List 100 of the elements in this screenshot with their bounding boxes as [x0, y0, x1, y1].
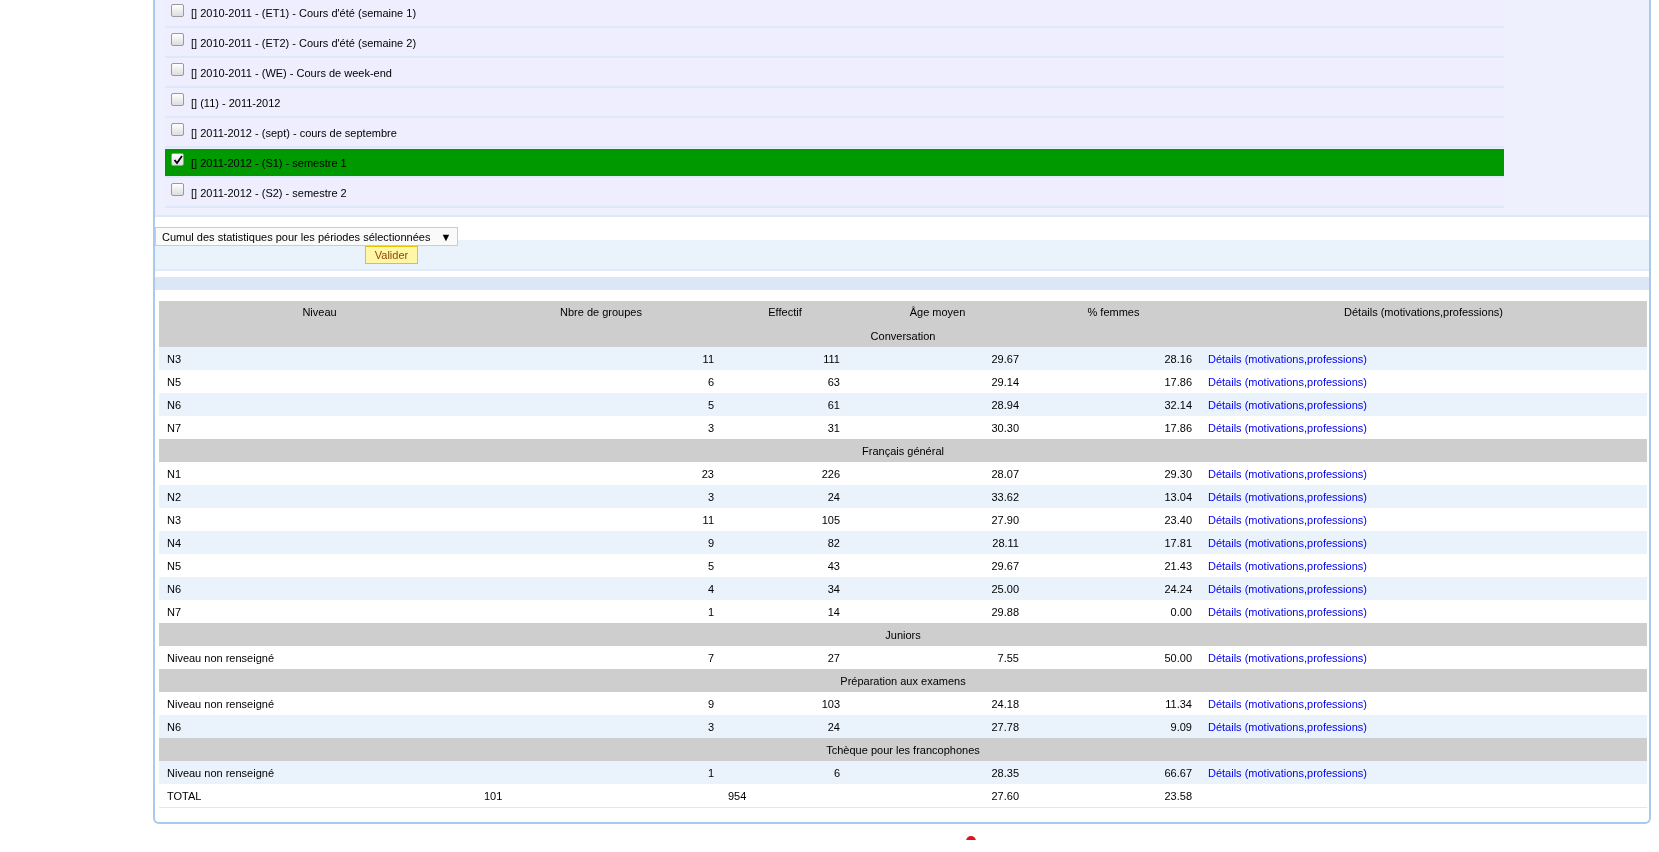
table-cell: N5 — [159, 554, 480, 577]
column-header: Niveau — [159, 301, 480, 324]
table-cell: N1 — [159, 462, 480, 485]
table-cell: 23 — [480, 462, 722, 485]
table-cell: N7 — [159, 416, 480, 439]
table-cell: 103 — [722, 692, 848, 715]
table-cell: Niveau non renseigné — [159, 692, 480, 715]
table-cell: 32.14 — [1027, 393, 1200, 416]
table-cell: 11.34 — [1027, 692, 1200, 715]
checkbox[interactable] — [171, 33, 184, 46]
table-cell: 28.16 — [1027, 347, 1200, 370]
table-cell: 14 — [722, 600, 848, 623]
table-cell: 27 — [722, 646, 848, 669]
table-cell: N3 — [159, 508, 480, 531]
checkbox[interactable] — [171, 63, 184, 76]
table-cell: N6 — [159, 577, 480, 600]
table-cell: 82 — [722, 531, 848, 554]
table-cell: 101 — [480, 784, 722, 808]
table-cell: 31 — [722, 416, 848, 439]
period-label: [] 2010-2011 - (ET1) - Cours d'été (semaine 1) — [191, 7, 417, 19]
checkbox[interactable] — [171, 3, 184, 17]
checkbox[interactable] — [171, 123, 184, 136]
table-cell: 111 — [722, 347, 848, 370]
table-cell: 9 — [480, 531, 722, 554]
details-link[interactable]: Détails (motivations,professions) — [1208, 651, 1367, 664]
statistics-dropdown[interactable]: Cumul des statistiques pour les périodes sélectionnées ▼ — [155, 227, 459, 246]
table-cell: 21.43 — [1027, 554, 1200, 577]
table-cell: 30.30 — [848, 416, 1027, 439]
column-header: % femmes — [1027, 301, 1200, 324]
table-cell: Niveau non renseigné — [159, 646, 480, 669]
table-cell: N7 — [159, 600, 480, 623]
period-label: [] 2011-2012 - (sept) - cours de septembre — [191, 126, 397, 139]
table-cell: 7.55 — [848, 646, 1027, 669]
details-link[interactable]: Détails (motivations,professions) — [1208, 375, 1367, 388]
table-cell: 27.60 — [848, 784, 1027, 808]
details-link[interactable]: Détails (motivations,professions) — [1208, 421, 1367, 434]
group-header: Juniors — [159, 623, 1647, 646]
table-cell: 25.00 — [848, 577, 1027, 600]
group-header: Conversation — [159, 324, 1647, 347]
period-row[interactable]: [] 2011-2012 - (S1) - semestre 1 — [165, 149, 1504, 178]
group-header: Préparation aux examens — [159, 669, 1647, 692]
table-cell: 3 — [480, 485, 722, 508]
period-label: [] 2011-2012 - (S1) - semestre 1 — [191, 156, 347, 169]
table-cell: 4 — [480, 577, 722, 600]
checkbox[interactable] — [171, 93, 184, 106]
table-cell: 29.67 — [848, 554, 1027, 577]
column-header: Nbre de groupes — [480, 301, 722, 324]
table-cell: 3 — [480, 715, 722, 738]
table-cell: 27.90 — [848, 508, 1027, 531]
table-cell: 6 — [722, 761, 848, 784]
table-cell: 28.07 — [848, 462, 1027, 485]
column-header: Âge moyen — [848, 301, 1027, 324]
table-cell: 24.18 — [848, 692, 1027, 715]
table-cell: N5 — [159, 370, 480, 393]
checkbox[interactable] — [171, 153, 184, 166]
table-cell: 17.86 — [1027, 370, 1200, 393]
period-label: [] 2010-2011 - (ET2) - Cours d'été (semaine 2) — [191, 36, 417, 49]
table-cell: 24 — [722, 715, 848, 738]
table-cell: 29.88 — [848, 600, 1027, 623]
table-cell: N6 — [159, 393, 480, 416]
details-link[interactable]: Détails (motivations,professions) — [1208, 605, 1367, 618]
validate-button[interactable]: Valider — [365, 246, 418, 264]
table-cell: 29.67 — [848, 347, 1027, 370]
details-link[interactable]: Détails (motivations,professions) — [1208, 513, 1367, 526]
details-link[interactable]: Détails (motivations,professions) — [1208, 467, 1367, 480]
table-cell: 105 — [722, 508, 848, 531]
period-label: [] 2011-2012 - (S2) - semestre 2 — [191, 186, 347, 199]
table-cell: 63 — [722, 370, 848, 393]
table-cell: 0.00 — [1027, 600, 1200, 623]
group-header: Tchèque pour les francophones — [159, 738, 1647, 761]
column-header: Détails (motivations,professions) — [1200, 301, 1647, 324]
table-cell: 27.78 — [848, 715, 1027, 738]
table-cell: 7 — [480, 646, 722, 669]
table-cell: 29.30 — [1027, 462, 1200, 485]
table-cell: 3 — [480, 416, 722, 439]
table-cell: 954 — [722, 784, 848, 808]
table-cell: 11 — [480, 508, 722, 531]
table-cell: N3 — [159, 347, 480, 370]
table-cell: 43 — [722, 554, 848, 577]
period-label: [] 2010-2011 - (WE) - Cours de week-end — [191, 66, 392, 79]
table-cell: 29.14 — [848, 370, 1027, 393]
table-cell: 61 — [722, 393, 848, 416]
table-cell: 28.94 — [848, 393, 1027, 416]
column-header: Effectif — [722, 301, 848, 324]
table-cell: 9 — [480, 692, 722, 715]
details-link[interactable]: Détails (motivations,professions) — [1208, 559, 1367, 572]
table-cell: 9.09 — [1027, 715, 1200, 738]
table-cell: 24 — [722, 485, 848, 508]
table-cell: 1 — [480, 761, 722, 784]
table-cell: 33.62 — [848, 485, 1027, 508]
table-cell: 23.58 — [1027, 784, 1200, 808]
table-cell: 23.40 — [1027, 508, 1200, 531]
table-cell: 34 — [722, 577, 848, 600]
table-cell: 50.00 — [1027, 646, 1200, 669]
group-header: Français général — [159, 439, 1647, 462]
table-cell: 28.11 — [848, 531, 1027, 554]
table-cell: 5 — [480, 393, 722, 416]
table-cell: 17.81 — [1027, 531, 1200, 554]
details-link[interactable]: Détails (motivations,professions) — [1208, 697, 1367, 710]
checkbox[interactable] — [171, 183, 184, 196]
